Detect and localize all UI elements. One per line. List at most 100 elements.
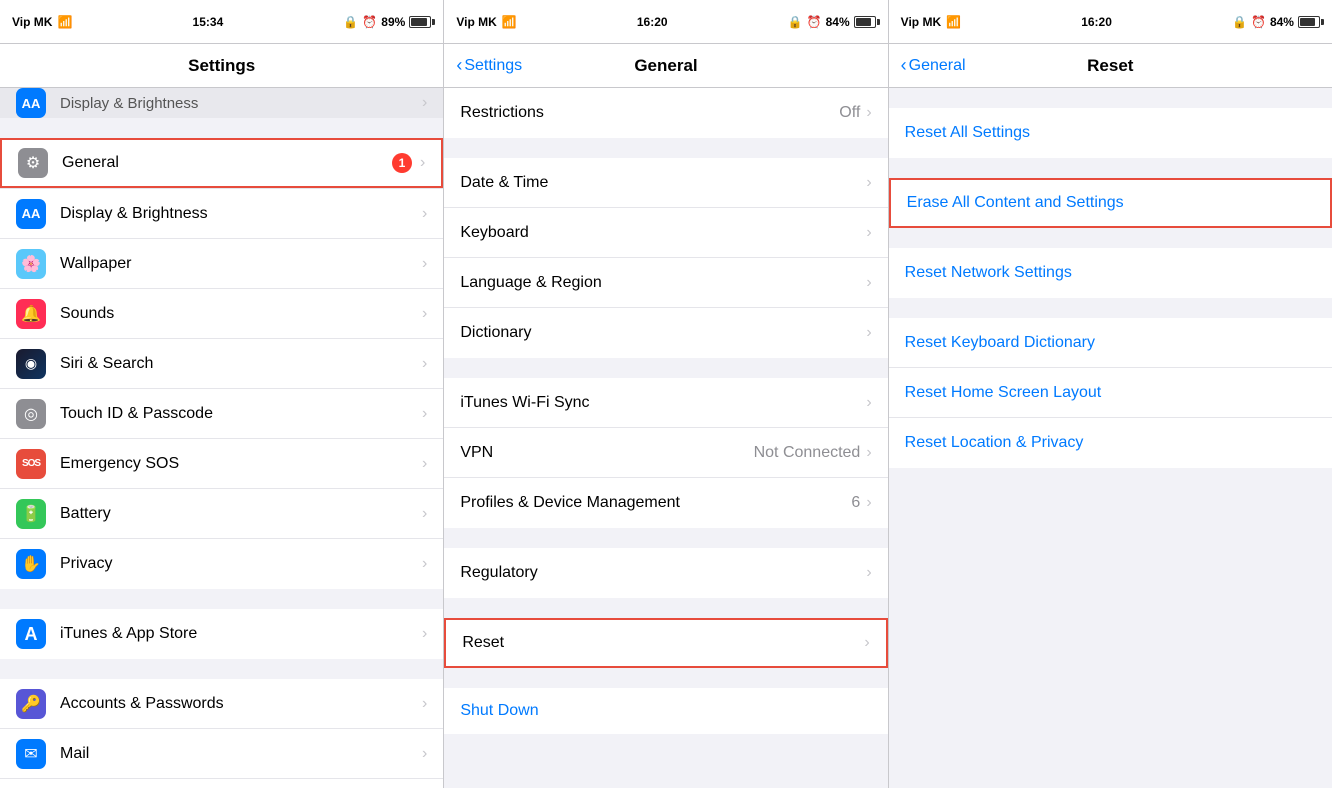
shutdown-button[interactable]: Shut Down (444, 688, 887, 734)
row-icon-battery: 🔋 (16, 499, 46, 529)
settings-row-general[interactable]: ⚙ General 1 › (0, 138, 443, 188)
row-label-display: Display & Brightness (60, 205, 422, 223)
chevron-accounts: › (422, 695, 427, 713)
row-icon-siri: ◉ (16, 349, 46, 379)
back-chevron-right: ‹ (901, 55, 907, 76)
settings-row-appstore[interactable]: A iTunes & App Store › (0, 609, 443, 659)
reset-group-3: Reset Keyboard Dictionary Reset Home Scr… (889, 318, 1332, 468)
general-row-datetime[interactable]: Date & Time › (444, 158, 887, 208)
chevron-sos: › (422, 455, 427, 473)
right-sep-1 (889, 158, 1332, 178)
general-row-keyboard[interactable]: Keyboard › (444, 208, 887, 258)
general-row-vpn[interactable]: VPN Not Connected › (444, 428, 887, 478)
middle-sep-5 (444, 668, 887, 688)
back-to-settings[interactable]: ‹ Settings (456, 55, 522, 76)
label-datetime: Date & Time (460, 174, 866, 192)
settings-group-accounts: 🔑 Accounts & Passwords › ✉ Mail › 👤 Cont… (0, 679, 443, 788)
reset-item-location[interactable]: Reset Location & Privacy (889, 418, 1332, 468)
settings-row-accounts[interactable]: 🔑 Accounts & Passwords › (0, 679, 443, 729)
label-dictionary: Dictionary (460, 324, 866, 342)
chevron-restrictions: › (866, 104, 871, 122)
row-label-battery: Battery (60, 505, 422, 523)
nav-left: Settings (0, 44, 444, 88)
reset-item-network[interactable]: Reset Network Settings (889, 248, 1332, 298)
value-vpn: Not Connected (754, 444, 861, 462)
chevron-siri: › (422, 355, 427, 373)
reset-item-all-settings[interactable]: Reset All Settings (889, 108, 1332, 158)
label-language: Language & Region (460, 274, 866, 292)
battery-icon-middle (854, 16, 876, 28)
separator-1 (0, 589, 443, 609)
settings-row-siri[interactable]: ◉ Siri & Search › (0, 339, 443, 389)
right-sep-3 (889, 298, 1332, 318)
general-row-dictionary[interactable]: Dictionary › (444, 308, 887, 358)
general-row-itunes[interactable]: iTunes Wi-Fi Sync › (444, 378, 887, 428)
label-reset-home: Reset Home Screen Layout (905, 384, 1102, 402)
general-row-regulatory[interactable]: Regulatory › (444, 548, 887, 598)
alarm-icon-middle: ⏰ (807, 15, 822, 29)
chevron-top: › (422, 94, 427, 112)
reset-item-home[interactable]: Reset Home Screen Layout (889, 368, 1332, 418)
status-bar-right: Vip MK 📶 16:20 🔒 ⏰ 84% (889, 0, 1332, 44)
general-row-reset[interactable]: Reset › (444, 618, 887, 668)
general-group-2: Date & Time › Keyboard › Language & Regi… (444, 158, 887, 358)
label-reset: Reset (462, 634, 864, 652)
row-label-sounds: Sounds (60, 305, 422, 323)
settings-row-sounds[interactable]: 🔔 Sounds › (0, 289, 443, 339)
row-icon-accounts: 🔑 (16, 689, 46, 719)
chevron-wallpaper: › (422, 255, 427, 273)
settings-row-privacy[interactable]: ✋ Privacy › (0, 539, 443, 589)
chevron-display: › (422, 205, 427, 223)
row-icon-mail: ✉ (16, 739, 46, 769)
nav-right: ‹ General Reset (889, 44, 1332, 88)
reset-item-erase-all[interactable]: Erase All Content and Settings (889, 178, 1332, 228)
chevron-keyboard: › (866, 224, 871, 242)
scroll-top-item: AA Display & Brightness › (0, 88, 443, 118)
status-bar-middle: Vip MK 📶 16:20 🔒 ⏰ 84% (444, 0, 888, 44)
middle-sep-1 (444, 138, 887, 158)
row-label-top: Display & Brightness (60, 95, 422, 112)
general-row-language[interactable]: Language & Region › (444, 258, 887, 308)
row-icon-sounds: 🔔 (16, 299, 46, 329)
row-icon-display: AA (16, 199, 46, 229)
settings-row-wallpaper[interactable]: 🌸 Wallpaper › (0, 239, 443, 289)
row-label-touchid: Touch ID & Passcode (60, 405, 422, 423)
chevron-itunes: › (866, 394, 871, 412)
settings-row-mail[interactable]: ✉ Mail › (0, 729, 443, 779)
chevron-regulatory: › (866, 564, 871, 582)
general-row-restrictions[interactable]: Restrictions Off › (444, 88, 887, 138)
back-to-general[interactable]: ‹ General (901, 55, 966, 76)
battery-icon-left (409, 16, 431, 28)
chevron-mail: › (422, 745, 427, 763)
row-icon-privacy: ✋ (16, 549, 46, 579)
label-reset-network: Reset Network Settings (905, 264, 1072, 282)
label-profiles: Profiles & Device Management (460, 494, 851, 512)
battery-pct-right: 84% (1270, 15, 1294, 29)
separator-2 (0, 659, 443, 679)
row-label-accounts: Accounts & Passwords (60, 695, 422, 713)
chevron-privacy: › (422, 555, 427, 573)
lock-icon-middle: 🔒 (788, 15, 803, 29)
general-group-1: Restrictions Off › (444, 88, 887, 138)
settings-row-touchid[interactable]: ◎ Touch ID & Passcode › (0, 389, 443, 439)
settings-row-battery[interactable]: 🔋 Battery › (0, 489, 443, 539)
label-reset-all: Reset All Settings (905, 124, 1030, 142)
row-label-mail: Mail (60, 745, 422, 763)
general-row-profiles[interactable]: Profiles & Device Management 6 › (444, 478, 887, 528)
chevron-vpn: › (866, 444, 871, 462)
chevron-profiles: › (866, 494, 871, 512)
reset-item-keyboard[interactable]: Reset Keyboard Dictionary (889, 318, 1332, 368)
row-label-wallpaper: Wallpaper (60, 255, 422, 273)
lock-icon-left: 🔒 (343, 15, 358, 29)
label-restrictions: Restrictions (460, 104, 839, 122)
row-icon-touchid: ◎ (16, 399, 46, 429)
lock-icon-right: 🔒 (1232, 15, 1247, 29)
back-label-middle: Settings (464, 57, 522, 75)
battery-pct-middle: 84% (826, 15, 850, 29)
settings-row-display[interactable]: AA Display & Brightness › (0, 189, 443, 239)
nav-title-general: General (634, 56, 697, 76)
settings-row-contacts[interactable]: 👤 Contacts › (0, 779, 443, 788)
settings-row-sos[interactable]: SOS Emergency SOS › (0, 439, 443, 489)
value-restrictions: Off (839, 104, 860, 122)
row-icon-wallpaper: 🌸 (16, 249, 46, 279)
